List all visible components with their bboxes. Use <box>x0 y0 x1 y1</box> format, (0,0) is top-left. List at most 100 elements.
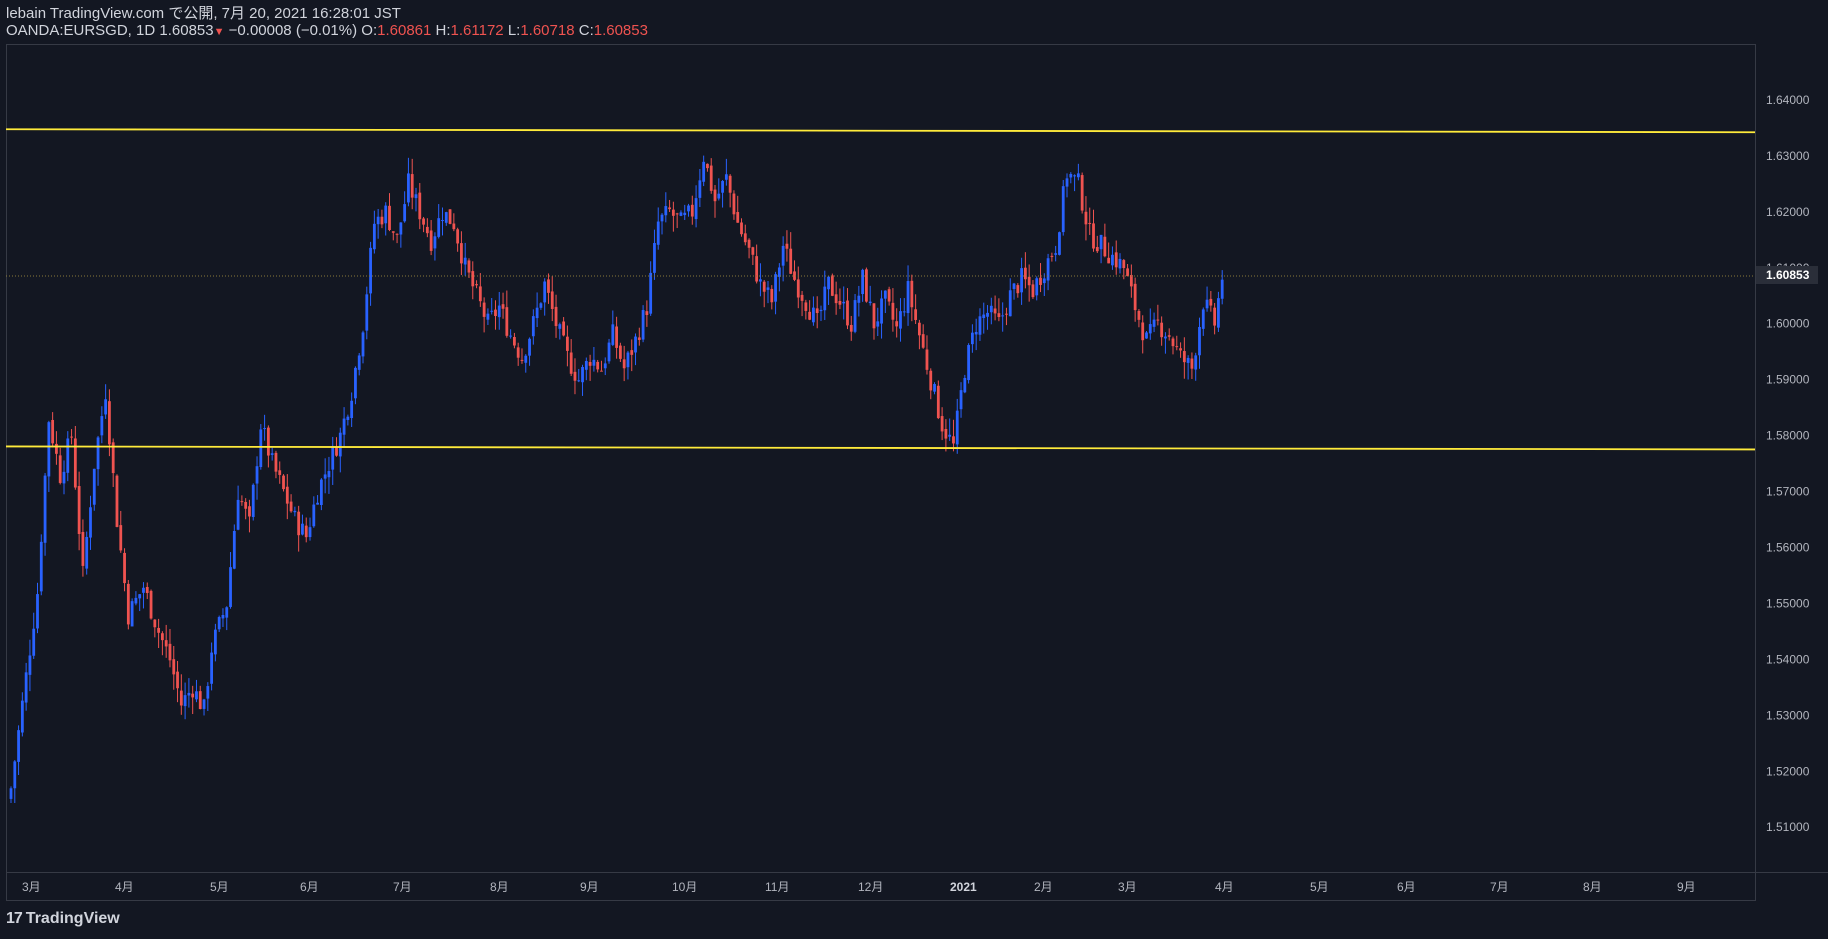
candle-body <box>993 308 997 314</box>
candle-body <box>1148 324 1152 334</box>
candle-body <box>85 536 89 569</box>
candle-body <box>202 699 206 709</box>
time-tick-label: 8月 <box>490 880 509 894</box>
candle-body <box>92 468 96 505</box>
candle-body <box>872 303 876 329</box>
candle-body <box>1164 336 1167 339</box>
candle-body <box>361 332 365 357</box>
candle-body <box>58 455 62 483</box>
price-tick-label: 1.56000 <box>1766 541 1810 555</box>
candle-body <box>717 193 721 199</box>
candle-body <box>796 279 800 298</box>
candle-body <box>1103 236 1107 257</box>
candle-body <box>259 429 263 468</box>
candle-body <box>547 279 550 293</box>
candle-body <box>1069 174 1073 178</box>
candle-body <box>505 307 509 336</box>
candle-body <box>210 652 214 684</box>
time-tick-label: 7月 <box>1490 880 1509 894</box>
candle-body <box>812 307 815 323</box>
candle-body <box>319 479 323 505</box>
candle-body <box>410 174 414 198</box>
candle-body <box>104 399 108 415</box>
price-tick-label: 1.59000 <box>1766 373 1810 387</box>
candle-body <box>1175 346 1179 348</box>
candlestick-chart[interactable]: 1.51000 1.52000 1.53000 1.54000 1.55000 1.560… <box>0 0 1828 939</box>
candle-body <box>622 359 626 369</box>
candle-body <box>1156 319 1160 321</box>
time-tick-label: 5月 <box>1310 880 1329 894</box>
candle-body <box>724 174 728 180</box>
candle-body <box>134 597 138 604</box>
candle-body <box>611 324 615 345</box>
candle-body <box>1099 234 1103 250</box>
candle-body <box>229 567 232 607</box>
candle-body <box>346 416 350 420</box>
candle-body <box>755 256 759 282</box>
price-axis[interactable]: 1.51000 1.52000 1.53000 1.54000 1.55000 1.560… <box>1766 93 1810 834</box>
candle-body <box>819 309 823 312</box>
candle-body <box>543 281 547 303</box>
candle-body <box>448 209 452 224</box>
candle-body <box>721 181 724 193</box>
candle-body <box>857 295 861 303</box>
time-tick-label: 3月 <box>22 880 41 894</box>
candle-body <box>248 506 251 517</box>
candle-body <box>1167 335 1171 337</box>
candle-body <box>441 220 444 222</box>
candle-body <box>815 308 819 314</box>
candle-body <box>603 363 607 369</box>
candle-body <box>236 499 240 530</box>
candle-body <box>1213 307 1217 326</box>
candle-body <box>164 640 168 647</box>
candle-body <box>740 222 743 235</box>
candle-body <box>989 305 993 313</box>
time-tick-label: 5月 <box>210 880 229 894</box>
candle-body <box>62 471 66 484</box>
candle-body <box>887 289 891 302</box>
candle-body <box>653 243 656 273</box>
candle-body <box>531 316 535 337</box>
tradingview-logo[interactable]: 17 TradingView <box>6 910 120 928</box>
candle-body <box>403 204 407 222</box>
candle-body <box>698 180 702 198</box>
candle-body <box>20 700 24 733</box>
candle-body <box>558 324 562 329</box>
candle-body <box>1145 332 1148 339</box>
candle-body <box>244 501 248 509</box>
candle-body <box>539 303 543 308</box>
candle-body <box>270 453 274 455</box>
candle-body <box>126 583 130 625</box>
candle-body <box>1012 283 1016 289</box>
candle-body <box>161 633 164 641</box>
candle-body <box>687 205 690 212</box>
candle-body <box>225 607 229 618</box>
candle-body <box>914 309 918 320</box>
candle-body <box>940 416 944 432</box>
candle-body <box>1061 186 1065 233</box>
time-tick-label: 6月 <box>300 880 319 894</box>
candle-body <box>266 427 270 456</box>
time-axis[interactable]: 3月 4月 5月 6月 7月 8月 9月 10月 11月 12月 2021 2月 3月 4月 5月 6月 7月 8… <box>22 880 1696 894</box>
candle-body <box>108 401 111 445</box>
candle-body <box>119 525 123 551</box>
candle-body <box>293 510 297 513</box>
candle-body <box>490 310 494 312</box>
candle-body <box>43 475 47 543</box>
candle-body <box>713 189 717 202</box>
candle-body <box>168 643 172 661</box>
candle-body <box>36 594 39 629</box>
candle-body <box>1065 178 1069 187</box>
candle-body <box>195 691 198 700</box>
candle-body <box>149 590 153 619</box>
candle-body <box>690 204 694 217</box>
candle-body <box>1118 258 1122 269</box>
candle-body <box>785 243 789 249</box>
candle-body <box>285 486 289 504</box>
support-resistance-line[interactable] <box>5 128 1756 134</box>
candle-body <box>671 209 675 216</box>
candle-body <box>89 507 92 538</box>
candle-body <box>17 730 20 762</box>
candle-body <box>70 436 73 438</box>
price-tick-label: 1.55000 <box>1766 596 1810 610</box>
